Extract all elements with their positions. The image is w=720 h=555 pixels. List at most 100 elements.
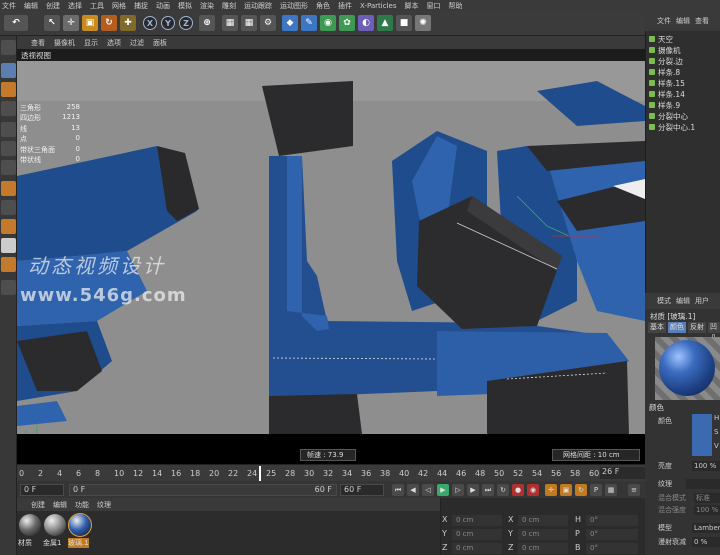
- viewport-menu-item[interactable]: 面板: [153, 38, 167, 48]
- go-to-end-button[interactable]: ⏭: [482, 484, 494, 496]
- end-frame-field[interactable]: 60 F: [340, 484, 384, 496]
- diffuse-falloff-field[interactable]: 0 %: [692, 537, 720, 547]
- menu-item[interactable]: 窗口: [426, 1, 440, 11]
- attribute-menu-item[interactable]: 编辑: [676, 296, 690, 306]
- edges-mode-icon[interactable]: [1, 141, 16, 156]
- enable-axis-icon[interactable]: [1, 181, 16, 196]
- object-list-item[interactable]: 样条.8: [649, 67, 680, 77]
- menu-item[interactable]: 文件: [2, 1, 16, 11]
- viewport-menu-item[interactable]: 选项: [107, 38, 121, 48]
- object-list-item[interactable]: 分裂中心: [649, 111, 688, 121]
- loop-button[interactable]: ↻: [497, 484, 509, 496]
- color-swatch[interactable]: [692, 414, 712, 456]
- coordinate-system-button[interactable]: ⊕: [199, 15, 215, 31]
- solo-icon[interactable]: [1, 238, 16, 253]
- environment-button[interactable]: ▲: [377, 15, 393, 31]
- menu-item[interactable]: 角色: [316, 1, 330, 11]
- rotate-tool-button[interactable]: ↻: [101, 15, 117, 31]
- next-frame-button[interactable]: ▷: [452, 484, 464, 496]
- play-button[interactable]: ▶: [437, 484, 449, 496]
- coord-value-field[interactable]: 0 cm: [518, 515, 568, 526]
- autokey-button[interactable]: ◉: [527, 484, 539, 496]
- locked-workplane-icon[interactable]: [1, 257, 16, 272]
- tab-basic[interactable]: 基本: [648, 322, 666, 333]
- menu-item[interactable]: 动画: [156, 1, 170, 11]
- object-menu-item[interactable]: 编辑: [676, 16, 690, 26]
- previous-frame-button[interactable]: ◁: [422, 484, 434, 496]
- model-mode-icon[interactable]: [1, 63, 16, 78]
- coord-value-field[interactable]: 0 cm: [518, 529, 568, 540]
- deformer-button[interactable]: ◐: [358, 15, 374, 31]
- viewport-menu-item[interactable]: 查看: [31, 38, 45, 48]
- menu-item[interactable]: 插件: [338, 1, 352, 11]
- coord-value-field[interactable]: 0°: [586, 543, 638, 554]
- points-mode-icon[interactable]: [1, 122, 16, 137]
- menu-item[interactable]: X-Particles: [360, 2, 396, 10]
- material-menu-item[interactable]: 功能: [75, 500, 89, 510]
- recent-tool-button[interactable]: ✚: [120, 15, 136, 31]
- object-list-item[interactable]: 样条.9: [649, 100, 680, 110]
- object-menu-item[interactable]: 查看: [695, 16, 709, 26]
- current-frame-field[interactable]: 26 F: [600, 467, 645, 479]
- menu-item[interactable]: 雕刻: [222, 1, 236, 11]
- record-button[interactable]: ●: [512, 484, 524, 496]
- object-list-item[interactable]: 分裂中心.1: [649, 122, 695, 132]
- x-axis-toggle[interactable]: X: [143, 16, 157, 30]
- undo-button[interactable]: ↶: [4, 15, 28, 31]
- object-menu-item[interactable]: 文件: [657, 16, 671, 26]
- object-list-item[interactable]: 分裂.边: [649, 56, 683, 66]
- tweak-mode-icon[interactable]: [1, 200, 16, 215]
- tab-bump[interactable]: 凹凸: [708, 322, 720, 342]
- viewport-menu-item[interactable]: 显示: [84, 38, 98, 48]
- texture-mode-icon[interactable]: [1, 82, 16, 97]
- select-tool-button[interactable]: ↖: [44, 15, 60, 31]
- move-tool-button[interactable]: ✛: [63, 15, 79, 31]
- previous-key-button[interactable]: ◀: [407, 484, 419, 496]
- menu-item[interactable]: 渲染: [200, 1, 214, 11]
- timeline-menu-button[interactable]: ≡: [628, 484, 640, 496]
- coord-value-field[interactable]: 0 cm: [518, 543, 568, 554]
- texture-field[interactable]: [686, 479, 720, 489]
- tab-reflect[interactable]: 反射: [688, 322, 706, 333]
- cube-primitive-button[interactable]: ◆: [282, 15, 298, 31]
- render-settings-button[interactable]: ⚙: [260, 15, 276, 31]
- viewport-menu-item[interactable]: 摄像机: [54, 38, 75, 48]
- menu-item[interactable]: 捕捉: [134, 1, 148, 11]
- next-key-button[interactable]: ▶: [467, 484, 479, 496]
- make-editable-icon[interactable]: [1, 40, 16, 55]
- render-picture-viewer-button[interactable]: ▦: [241, 15, 257, 31]
- z-axis-toggle[interactable]: Z: [179, 16, 193, 30]
- subdivision-button[interactable]: ◉: [320, 15, 336, 31]
- workplane-mode-icon[interactable]: [1, 101, 16, 116]
- polygons-mode-icon[interactable]: [1, 160, 16, 175]
- key-position-button[interactable]: ✛: [545, 484, 557, 496]
- camera-button[interactable]: ■: [396, 15, 412, 31]
- material-swatch[interactable]: [68, 513, 92, 537]
- go-to-start-button[interactable]: ⏮: [392, 484, 404, 496]
- perspective-viewport[interactable]: [17, 61, 645, 434]
- grid-icon[interactable]: [1, 280, 16, 295]
- coord-value-field[interactable]: 0°: [586, 515, 638, 526]
- object-list-item[interactable]: 样条.15: [649, 78, 685, 88]
- attribute-menu-item[interactable]: 模式: [657, 296, 671, 306]
- start-frame-field[interactable]: 0 F: [20, 484, 64, 496]
- frame-range-slider[interactable]: 0 F 60 F: [69, 484, 337, 496]
- material-swatch[interactable]: [44, 514, 66, 536]
- key-pla-button[interactable]: ▦: [605, 484, 617, 496]
- timeline-ruler[interactable]: 0 2 4 6 8 10 12 14 16 18 20 22 24 25 28 30 32 34 36 38 40 42 4…: [17, 464, 645, 481]
- menu-item[interactable]: 帮助: [448, 1, 462, 11]
- object-list-item[interactable]: 天空: [649, 34, 673, 44]
- coord-value-field[interactable]: 0 cm: [452, 529, 502, 540]
- menu-item[interactable]: 工具: [90, 1, 104, 11]
- key-param-button[interactable]: P: [590, 484, 602, 496]
- menu-item[interactable]: 运动跟踪: [244, 1, 272, 11]
- coord-value-field[interactable]: 0 cm: [452, 543, 502, 554]
- menu-item[interactable]: 选择: [68, 1, 82, 11]
- material-menu-item[interactable]: 创建: [31, 500, 45, 510]
- array-generator-button[interactable]: ✿: [339, 15, 355, 31]
- tab-color[interactable]: 颜色: [668, 322, 686, 333]
- coord-value-field[interactable]: 0 cm: [452, 515, 502, 526]
- y-axis-toggle[interactable]: Y: [161, 16, 175, 30]
- key-scale-button[interactable]: ▣: [560, 484, 572, 496]
- brightness-field[interactable]: 100 %: [692, 461, 720, 471]
